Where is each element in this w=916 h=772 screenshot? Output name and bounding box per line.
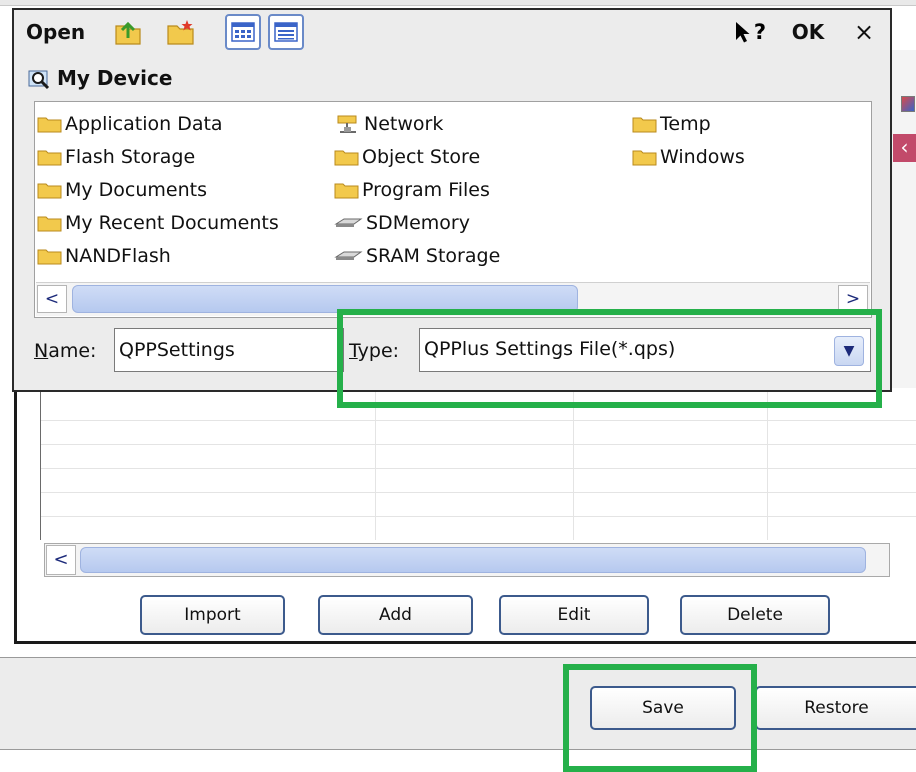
list-item[interactable]: My Documents — [37, 175, 207, 205]
type-label: Type: — [349, 340, 400, 362]
edit-button[interactable]: Edit — [499, 595, 649, 635]
list-item-label: Object Store — [362, 146, 481, 168]
storage-card-icon — [334, 251, 363, 260]
list-item-label: My Documents — [65, 179, 208, 201]
help-question-mark: ? — [753, 20, 767, 44]
name-label: Name: — [34, 340, 97, 362]
list-item[interactable]: My Recent Documents — [37, 208, 279, 238]
folder-icon — [334, 150, 359, 166]
list-item-label: Flash Storage — [65, 146, 196, 168]
scrollbar-thumb[interactable] — [72, 285, 578, 313]
list-item-label: Application Data — [65, 113, 223, 135]
save-button[interactable]: Save — [590, 686, 736, 730]
list-item[interactable]: Application Data — [37, 109, 223, 139]
list-item-label: SRAM Storage — [366, 245, 501, 267]
list-view-icon[interactable] — [225, 14, 261, 50]
list-item[interactable]: Flash Storage — [37, 142, 195, 172]
type-dropdown-value: QPPlus Settings File(*.qps) — [424, 338, 676, 360]
list-item[interactable]: Network — [334, 109, 443, 139]
list-item-label: Temp — [660, 113, 711, 135]
up-folder-icon[interactable] — [110, 14, 146, 50]
name-field[interactable] — [114, 328, 344, 372]
storage-card-icon — [334, 218, 363, 227]
back-arrow-icon[interactable]: ‹ — [893, 134, 916, 162]
list-item[interactable]: SRAM Storage — [334, 241, 500, 271]
scroll-left-arrow-icon[interactable]: < — [46, 545, 76, 575]
app-icon — [901, 96, 915, 112]
close-button[interactable]: × — [846, 14, 882, 50]
list-item[interactable]: Temp — [632, 109, 711, 139]
list-item[interactable]: Program Files — [334, 175, 490, 205]
device-search-icon — [28, 68, 52, 90]
details-view-icon[interactable] — [268, 14, 304, 50]
folder-icon — [632, 150, 657, 166]
list-item[interactable]: NANDFlash — [37, 241, 171, 271]
add-button[interactable]: Add — [318, 595, 473, 635]
folder-icon — [37, 249, 62, 265]
scrollbar-thumb[interactable] — [80, 547, 866, 573]
ok-button[interactable]: OK — [784, 14, 832, 50]
list-item[interactable]: Windows — [632, 142, 745, 172]
folder-icon — [37, 117, 62, 133]
folder-icon — [37, 216, 62, 232]
restore-button[interactable]: Restore — [755, 686, 916, 730]
help-icon[interactable]: ? — [728, 14, 772, 50]
list-item-label: NANDFlash — [65, 245, 171, 267]
location-label: My Device — [57, 66, 173, 90]
scroll-left-arrow-icon[interactable]: < — [37, 285, 67, 313]
folder-icon — [632, 117, 657, 133]
scroll-right-arrow-icon[interactable]: > — [838, 285, 868, 313]
background-title-strip — [0, 0, 916, 6]
import-button[interactable]: Import — [140, 595, 285, 635]
list-item-label: Program Files — [362, 179, 490, 201]
network-icon — [337, 115, 357, 133]
folder-icon — [37, 150, 62, 166]
folder-icon — [37, 183, 62, 199]
list-item-label: My Recent Documents — [65, 212, 279, 234]
list-item-label: Network — [364, 113, 444, 135]
settings-list-grid[interactable] — [40, 392, 916, 540]
list-item-label: Windows — [660, 146, 745, 168]
folder-icon — [334, 183, 359, 199]
dialog-title: Open — [26, 20, 86, 44]
list-item[interactable]: SDMemory — [334, 208, 470, 238]
new-folder-icon[interactable] — [163, 14, 199, 50]
list-item[interactable]: Object Store — [334, 142, 480, 172]
chevron-down-icon[interactable]: ▼ — [834, 336, 864, 366]
delete-button[interactable]: Delete — [680, 595, 830, 635]
list-item-label: SDMemory — [366, 212, 470, 234]
